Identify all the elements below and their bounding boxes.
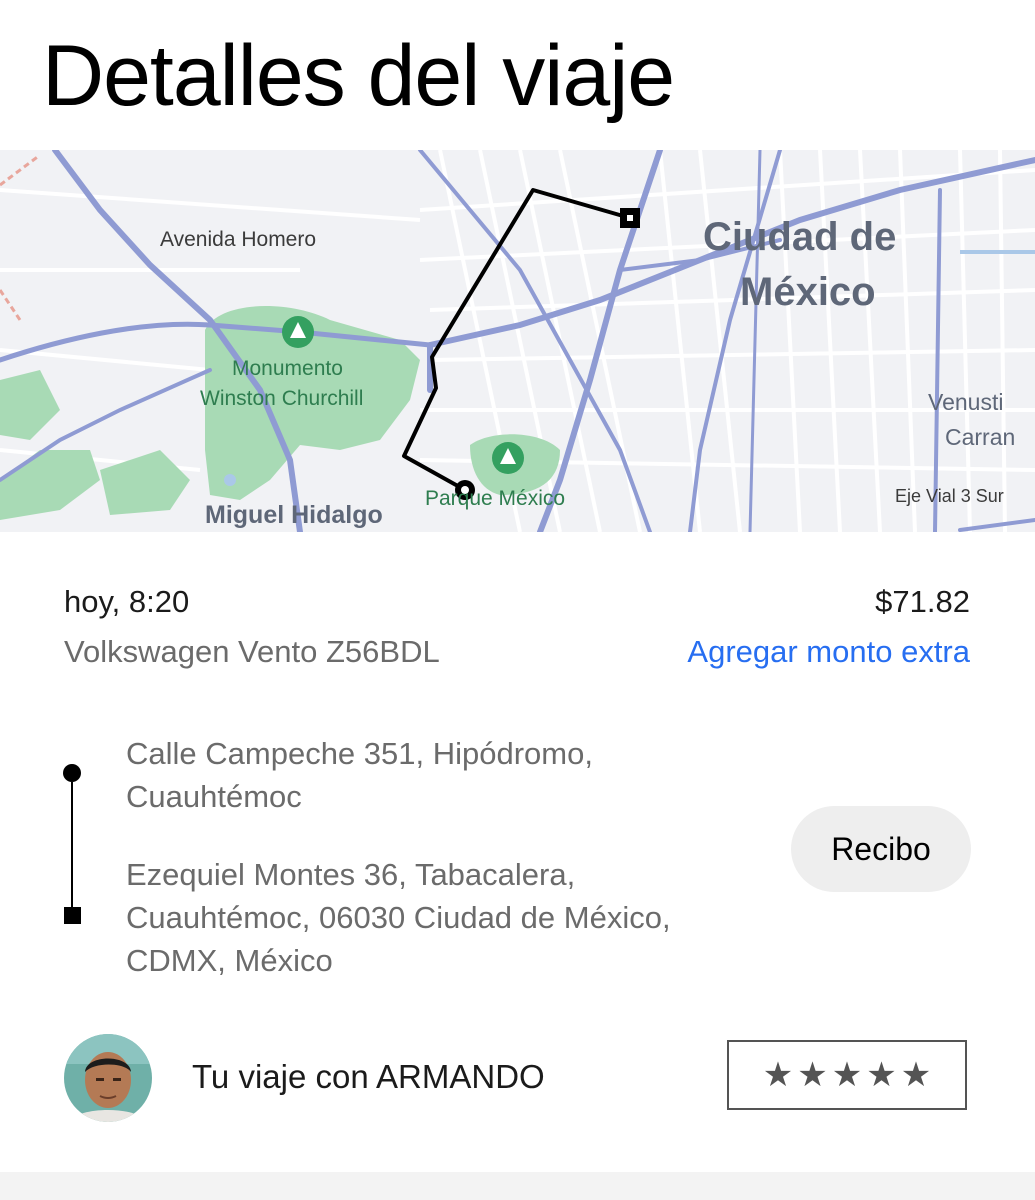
map-label-avenida-homero: Avenida Homero <box>160 228 316 251</box>
trip-fare: $71.82 <box>875 584 970 619</box>
driver-trip-label: Tu viaje con ARMANDO <box>192 1058 545 1095</box>
avatar[interactable] <box>64 1034 152 1122</box>
receipt-button[interactable]: Recibo <box>791 806 971 892</box>
rating-stars[interactable]: ★ ★ ★ ★ ★ <box>727 1040 967 1110</box>
map-label-city-line1: Ciudad de <box>703 215 896 259</box>
map-label-monumento-line1: Monumento <box>232 357 343 380</box>
pickup-marker-icon <box>63 764 81 782</box>
page-title: Detalles del viaje <box>42 28 675 124</box>
map-label-miguel-hidalgo: Miguel Hidalgo <box>205 501 383 529</box>
star-icon[interactable]: ★ <box>866 1055 896 1095</box>
star-icon[interactable]: ★ <box>901 1055 931 1095</box>
tree-icon <box>282 316 314 348</box>
trip-datetime: hoy, 8:20 <box>64 584 190 619</box>
dropoff-address: Ezequiel Montes 36, Tabacalera, Cuauhtém… <box>126 857 671 978</box>
route-connector-line <box>71 782 73 908</box>
map-label-monumento-line2: Winston Churchill <box>200 387 363 410</box>
bottom-divider <box>0 1172 1035 1200</box>
map-label-venustiano-line1: Venusti <box>928 389 1003 415</box>
star-icon[interactable]: ★ <box>832 1055 862 1095</box>
trip-map[interactable]: Avenida Homero Ciudad de México Monument… <box>0 150 1035 532</box>
map-label-parque-mexico: Parque México <box>425 487 565 510</box>
dropoff-marker-icon <box>64 907 81 924</box>
pickup-address: Calle Campeche 351, Hipódromo, Cuauhtémo… <box>126 736 593 814</box>
star-icon[interactable]: ★ <box>797 1055 827 1095</box>
add-tip-link[interactable]: Agregar monto extra <box>687 634 970 670</box>
tree-icon <box>492 442 524 474</box>
dropoff-map-marker <box>620 208 640 228</box>
map-label-city-line2: México <box>740 270 876 314</box>
driver-photo-icon <box>64 1034 152 1122</box>
star-icon[interactable]: ★ <box>763 1055 793 1095</box>
vehicle-info: Volkswagen Vento Z56BDL <box>64 634 440 669</box>
map-label-eje-vial: Eje Vial 3 Sur <box>895 486 1004 506</box>
map-label-venustiano-line2: Carran <box>945 424 1015 450</box>
